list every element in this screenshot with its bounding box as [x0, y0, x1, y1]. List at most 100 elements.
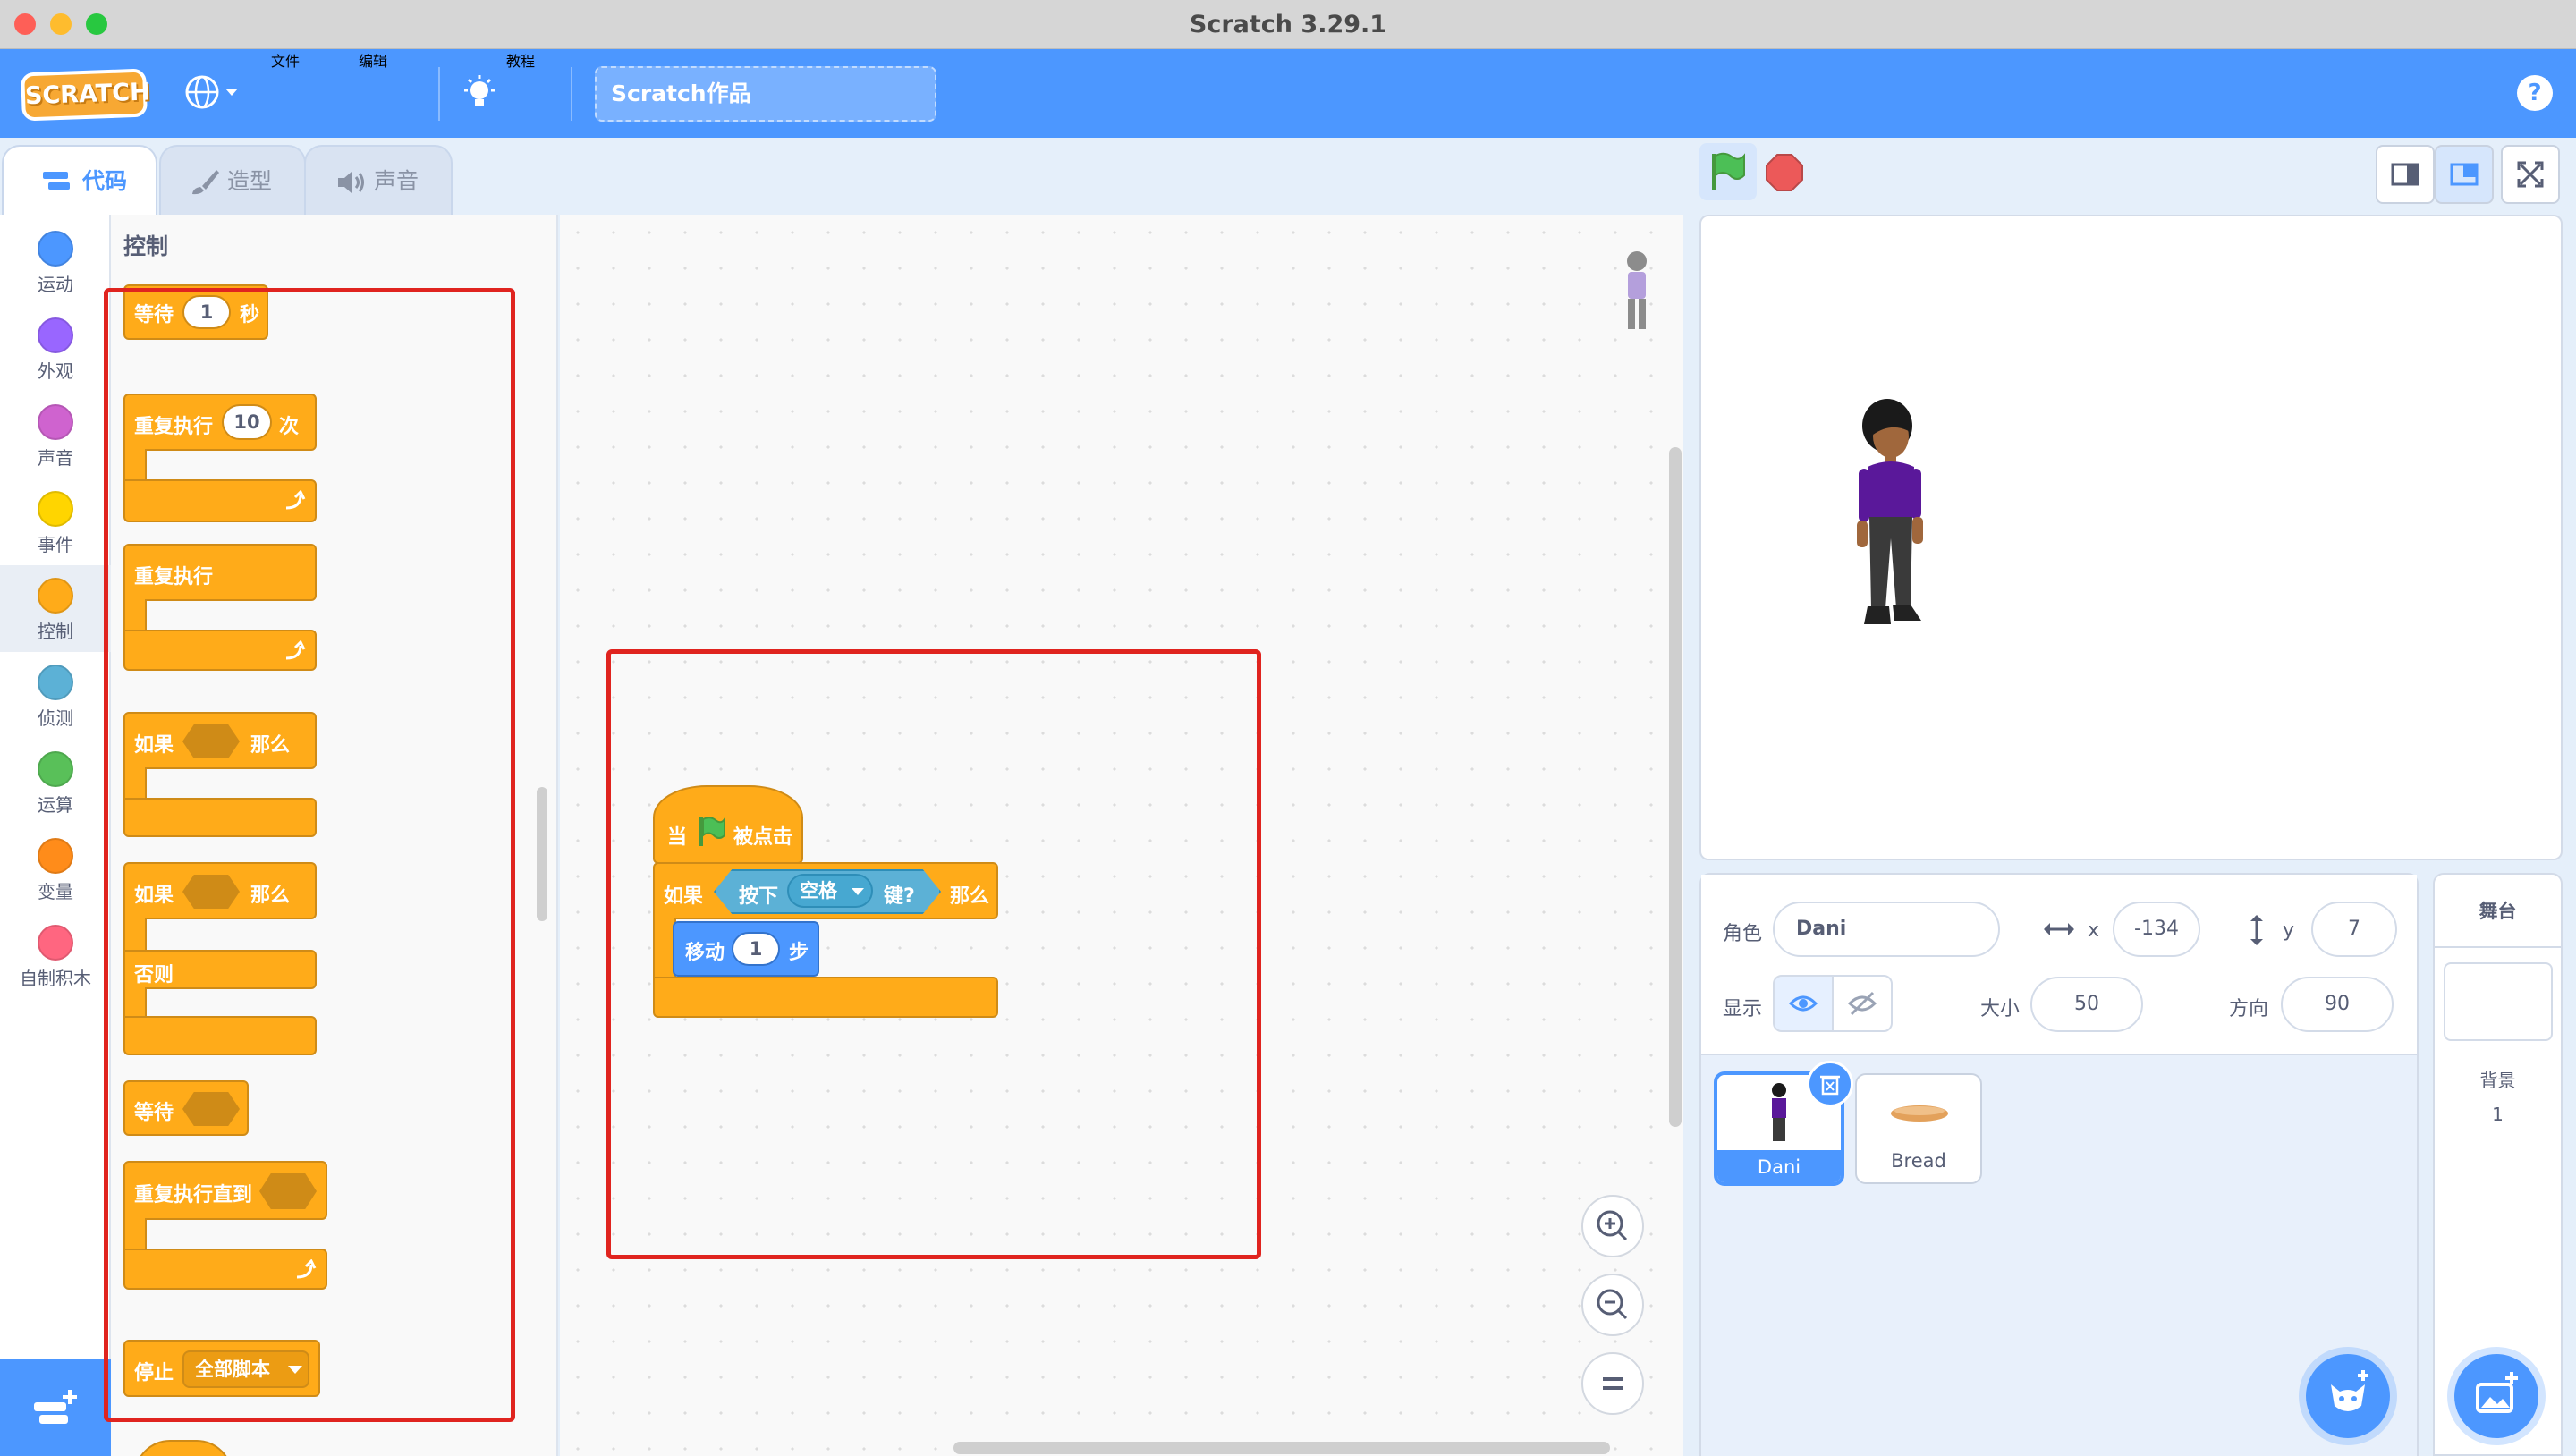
language-menu[interactable] [182, 74, 240, 110]
close-window-button[interactable] [14, 13, 36, 35]
window-title: Scratch 3.29.1 [1189, 11, 1387, 38]
project-title-input[interactable]: Scratch作品 [595, 66, 936, 122]
category-sensing[interactable]: 侦测 [0, 652, 111, 739]
sprite-tile-bread[interactable]: Bread [1855, 1073, 1982, 1184]
bread-thumbnail [1891, 1105, 1948, 1122]
workspace-vertical-scrollbar[interactable] [1669, 447, 1682, 1127]
category-label: 外观 [38, 360, 73, 382]
category-label: 运动 [38, 274, 73, 295]
operators-dot-icon [38, 751, 73, 787]
delete-sprite-button[interactable] [1807, 1061, 1853, 1107]
size-input[interactable]: 50 [2030, 977, 2143, 1032]
large-stage-button[interactable] [2435, 145, 2494, 204]
small-stage-icon [2391, 163, 2419, 186]
y-position-input[interactable]: 7 [2311, 902, 2397, 957]
zoom-window-button[interactable] [86, 13, 107, 35]
green-flag-icon [1712, 152, 1745, 190]
variables-dot-icon [38, 838, 73, 874]
sprite-name-input[interactable]: Dani [1773, 902, 2000, 957]
sprite-tile-label: Dani [1717, 1150, 1841, 1182]
fullscreen-button[interactable] [2501, 145, 2560, 204]
sound-dot-icon [38, 404, 73, 440]
cat-icon [2331, 1370, 2368, 1411]
category-control[interactable]: 控制 [0, 565, 111, 652]
category-label: 运算 [38, 794, 73, 816]
menu-divider [571, 67, 572, 121]
add-extension-button[interactable] [0, 1359, 111, 1456]
choose-backdrop-button[interactable] [2454, 1354, 2538, 1438]
motion-dot-icon [38, 231, 73, 267]
tutorials-menu[interactable]: 教程 [506, 49, 535, 71]
stop-sign-icon [1766, 154, 1803, 191]
my-blocks-dot-icon [38, 925, 73, 961]
image-plus-icon [2476, 1372, 2518, 1413]
category-label: 控制 [38, 621, 73, 642]
stage-canvas[interactable] [1699, 215, 2563, 860]
tab-sounds[interactable]: 声音 [304, 145, 453, 215]
speaker-icon [338, 172, 364, 193]
category-motion[interactable]: 运动 [0, 218, 111, 305]
category-sound[interactable]: 声音 [0, 392, 111, 478]
tab-costumes-label: 造型 [227, 168, 273, 194]
hide-sprite-button[interactable] [1832, 975, 1893, 1032]
x-position-input[interactable]: -134 [2113, 902, 2200, 957]
tab-sounds-label: 声音 [374, 168, 419, 194]
show-sprite-button[interactable] [1773, 975, 1834, 1032]
small-stage-button[interactable] [2376, 145, 2435, 204]
scratch-logo[interactable]: SCRATCH [21, 68, 150, 122]
tab-code-label: 代码 [82, 168, 128, 194]
choose-sprite-button[interactable] [2306, 1354, 2390, 1438]
direction-label: 方向 [2229, 998, 2269, 1020]
x-label: x [2088, 919, 2100, 942]
zoom-reset-button[interactable] [1581, 1352, 1644, 1415]
zoom-in-button[interactable] [1581, 1195, 1644, 1257]
fullscreen-icon [2517, 161, 2544, 188]
green-flag-button[interactable] [1699, 143, 1757, 200]
file-menu[interactable]: 文件 [271, 49, 300, 71]
events-dot-icon [38, 491, 73, 527]
eye-icon [1788, 995, 1818, 1012]
script-highlight-box [606, 649, 1261, 1259]
category-label: 事件 [38, 534, 73, 555]
dani-sprite[interactable] [1852, 395, 1932, 655]
y-label: y [2283, 919, 2295, 942]
paintbrush-icon [192, 170, 219, 195]
help-button[interactable]: ? [2517, 75, 2553, 111]
direction-input[interactable]: 90 [2281, 977, 2394, 1032]
zoom-in-icon [1597, 1210, 1628, 1241]
palette-highlight-box [104, 288, 515, 1422]
palette-scrollbar[interactable] [537, 787, 547, 921]
zoom-out-icon [1597, 1289, 1628, 1320]
horizontal-arrows-icon [2044, 923, 2074, 935]
vertical-arrows-icon [2250, 915, 2263, 945]
category-label: 变量 [38, 881, 73, 902]
tab-code[interactable]: 代码 [2, 145, 157, 215]
sprite-tile-label: Bread [1891, 1150, 1946, 1172]
globe-icon [185, 75, 238, 109]
minimize-window-button[interactable] [50, 13, 72, 35]
control-dot-icon [38, 578, 73, 614]
sprite-name-label: 角色 [1723, 923, 1763, 945]
category-variables[interactable]: 变量 [0, 825, 111, 912]
equals-icon [1603, 1377, 1623, 1390]
large-stage-icon [2450, 163, 2479, 186]
menu-divider [438, 67, 440, 121]
extension-icon [34, 1390, 77, 1424]
palette-section-title: 控制 [123, 233, 169, 259]
trash-icon [1820, 1075, 1840, 1096]
code-icon [43, 172, 70, 190]
category-operators[interactable]: 运算 [0, 739, 111, 825]
tab-costumes[interactable]: 造型 [159, 145, 306, 215]
backdrops-count: 1 [2492, 1104, 2504, 1125]
edit-menu[interactable]: 编辑 [359, 49, 387, 71]
backdrops-label: 背景 [2479, 1070, 2516, 1091]
lightbulb-icon [462, 75, 497, 111]
eye-off-icon [1847, 991, 1877, 1016]
workspace-horizontal-scrollbar[interactable] [953, 1442, 1610, 1454]
category-events[interactable]: 事件 [0, 478, 111, 565]
category-looks[interactable]: 外观 [0, 305, 111, 392]
stop-button[interactable] [1766, 154, 1803, 191]
zoom-out-button[interactable] [1581, 1274, 1644, 1336]
category-label: 声音 [38, 447, 73, 469]
category-my-blocks[interactable]: 自制积木 [0, 912, 111, 999]
